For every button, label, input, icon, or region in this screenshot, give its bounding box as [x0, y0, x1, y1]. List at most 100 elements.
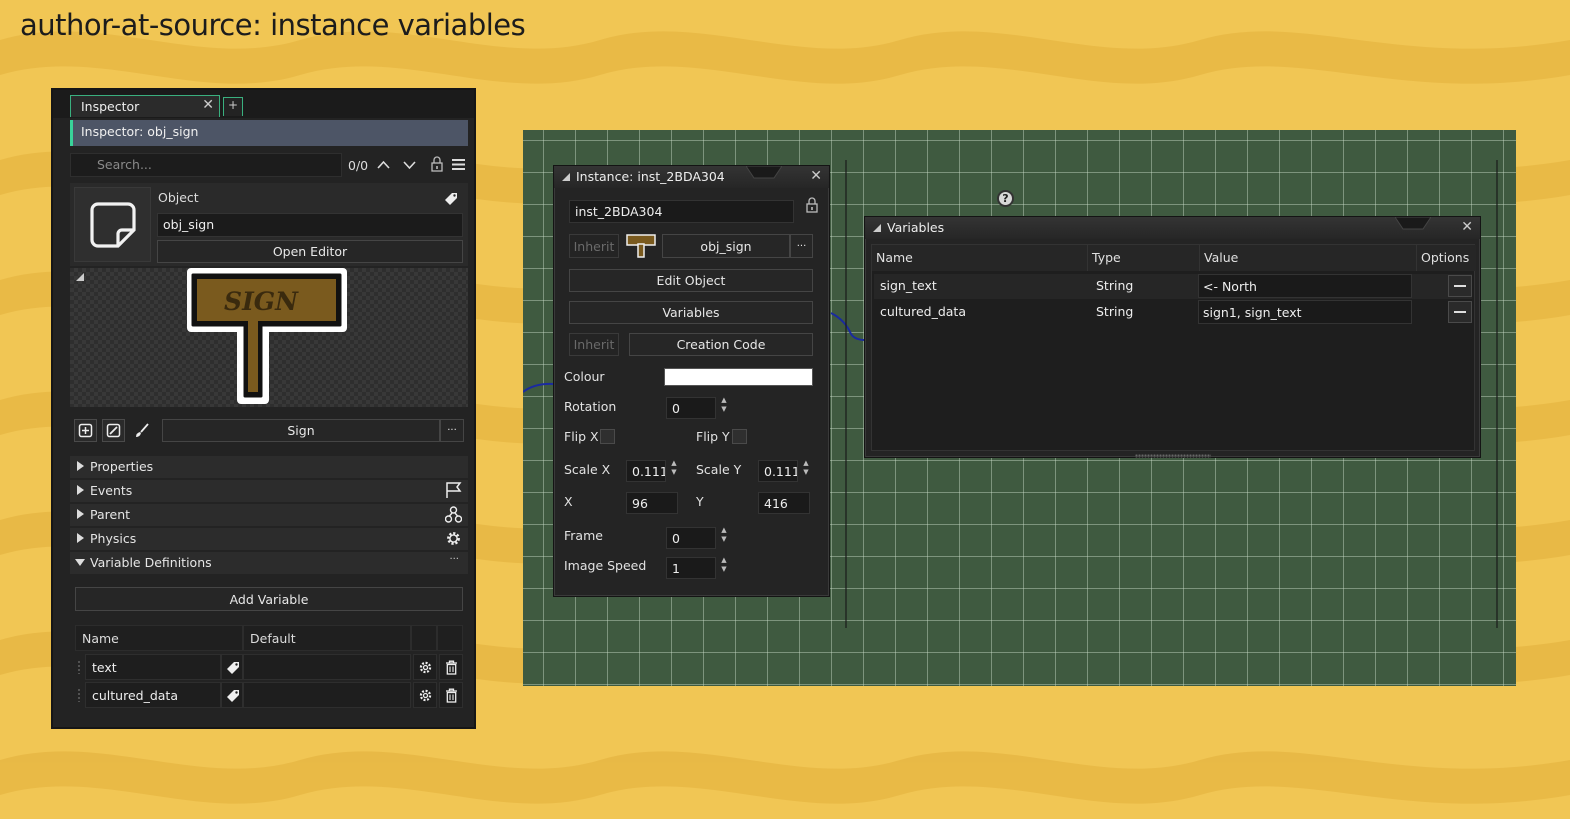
tag-button[interactable] [221, 654, 243, 680]
variable-type[interactable]: String [1092, 274, 1196, 298]
collapse-triangle-icon[interactable] [562, 173, 570, 181]
resize-handle[interactable] [1135, 454, 1211, 458]
scale-y-spinner[interactable]: ▲ ▼ [801, 459, 811, 477]
panel-notch [1395, 217, 1431, 230]
creation-code-button[interactable]: Creation Code [629, 333, 813, 356]
chevron-down-icon[interactable] [403, 161, 416, 170]
scale-x-spinner[interactable]: ▲ ▼ [669, 459, 679, 477]
more-icon[interactable]: ··· [449, 554, 459, 565]
frame-spinner[interactable]: ▲ ▼ [719, 526, 729, 544]
inherit-button[interactable]: Inherit [569, 234, 619, 258]
section-label: Variable Definitions [90, 555, 212, 570]
variables-button[interactable]: Variables [569, 301, 813, 324]
variable-default-field[interactable] [243, 682, 411, 708]
tag-button[interactable] [221, 682, 243, 708]
variables-panel-title: Variables [887, 220, 945, 235]
sprite-more-button[interactable]: ··· [440, 419, 464, 442]
object-thumbnail [74, 187, 151, 262]
room-canvas[interactable]: ? Instance: inst_2BDA304 ✕ inst_2BDA304 … [523, 130, 1516, 686]
variable-type[interactable]: String [1092, 300, 1196, 324]
scale-x-field[interactable]: 0.111 [626, 460, 666, 482]
frame-field[interactable]: 0 [666, 527, 716, 549]
open-editor-button[interactable]: Open Editor [157, 240, 463, 263]
rotation-spinner[interactable]: ▲ ▼ [719, 396, 729, 414]
object-more-button[interactable]: ··· [790, 234, 813, 258]
delete-button[interactable] [439, 654, 463, 680]
section-parent[interactable]: Parent [70, 504, 468, 526]
flip-y-checkbox[interactable] [732, 429, 747, 444]
variable-default-field[interactable] [243, 654, 411, 680]
column-header-options: Options [1417, 245, 1476, 271]
column-header-name: Name [872, 245, 1088, 271]
settings-button[interactable] [413, 654, 437, 680]
sprite-name-button[interactable]: Sign [162, 419, 440, 442]
expand-triangle-icon [77, 485, 84, 495]
add-variable-button[interactable]: Add Variable [75, 587, 463, 611]
close-icon[interactable]: ✕ [202, 97, 214, 113]
close-icon[interactable]: ✕ [1461, 219, 1473, 235]
variable-name-field[interactable]: text [85, 654, 221, 680]
inspector-title: Inspector: obj_sign [70, 120, 468, 146]
new-sprite-button[interactable] [74, 419, 97, 442]
tag-icon[interactable] [444, 192, 458, 206]
rotation-field[interactable]: 0 [666, 397, 716, 419]
variables-panel-header[interactable]: Variables ✕ [865, 217, 1480, 239]
remove-variable-button[interactable] [1448, 275, 1472, 297]
paint-button[interactable] [130, 419, 153, 442]
edit-sprite-button[interactable] [102, 419, 125, 442]
tag-icon [227, 662, 239, 674]
collapse-triangle-icon[interactable] [873, 224, 881, 232]
column-header-type: Type [1088, 245, 1200, 271]
instance-panel-header[interactable]: Instance: inst_2BDA304 ✕ [554, 166, 829, 188]
drag-handle-icon[interactable] [77, 660, 81, 674]
instance-panel: Instance: inst_2BDA304 ✕ inst_2BDA304 In… [553, 165, 830, 597]
frame-label: Frame [564, 528, 603, 543]
edit-object-button[interactable]: Edit Object [569, 269, 813, 292]
collapse-triangle-icon[interactable] [76, 273, 84, 281]
tab-inspector[interactable]: Inspector ✕ [70, 95, 220, 117]
close-icon[interactable]: ✕ [810, 168, 822, 184]
variables-panel: Variables ✕ Name Type Value Options sign… [864, 216, 1481, 458]
settings-button[interactable] [413, 682, 437, 708]
image-speed-spinner[interactable]: ▲ ▼ [719, 556, 729, 574]
y-field[interactable]: 416 [758, 492, 810, 514]
help-icon[interactable]: ? [997, 190, 1014, 207]
menu-icon[interactable] [452, 159, 465, 170]
remove-variable-button[interactable] [1448, 301, 1472, 323]
sign-sprite: SIGN [187, 268, 347, 404]
flip-x-checkbox[interactable] [600, 429, 615, 444]
variable-value-field[interactable]: <- North [1198, 274, 1412, 298]
variable-name: cultured_data [880, 304, 966, 319]
tab-label: Inspector [81, 99, 140, 114]
instance-name-field[interactable]: inst_2BDA304 [569, 200, 794, 223]
colour-label: Colour [564, 369, 605, 384]
delete-button[interactable] [439, 682, 463, 708]
section-physics[interactable]: Physics [70, 528, 468, 550]
inherit-code-button[interactable]: Inherit [569, 333, 619, 356]
drag-handle-icon[interactable] [77, 688, 81, 702]
object-name-field[interactable]: obj_sign [157, 213, 463, 237]
add-tab-button[interactable]: + [223, 97, 243, 116]
x-field[interactable]: 96 [626, 492, 678, 514]
column-header-name: Name [75, 625, 243, 651]
section-events[interactable]: Events [70, 480, 468, 502]
object-icon [90, 202, 136, 248]
colour-swatch[interactable] [664, 368, 813, 386]
section-properties[interactable]: Properties [70, 456, 468, 478]
object-name-button[interactable]: obj_sign [662, 234, 790, 258]
inspector-panel: Inspector ✕ + Inspector: obj_sign Search… [51, 88, 476, 729]
search-count: 0/0 [348, 158, 369, 173]
scale-y-field[interactable]: 0.111 [758, 460, 798, 482]
image-speed-field[interactable]: 1 [666, 557, 716, 579]
section-variable-definitions[interactable]: Variable Definitions ··· [70, 552, 468, 574]
variable-name-field[interactable]: cultured_data [85, 682, 221, 708]
search-input[interactable]: Search... [70, 153, 342, 177]
variable-value-field[interactable]: sign1, sign_text [1198, 300, 1412, 324]
column-header-default: Default [243, 625, 411, 651]
lock-icon[interactable] [806, 197, 818, 213]
chevron-up-icon[interactable] [377, 160, 390, 169]
table-row: cultured_data [75, 682, 463, 708]
column-header-blank [437, 625, 463, 651]
expand-triangle-icon [77, 509, 84, 519]
lock-icon[interactable] [431, 156, 443, 172]
